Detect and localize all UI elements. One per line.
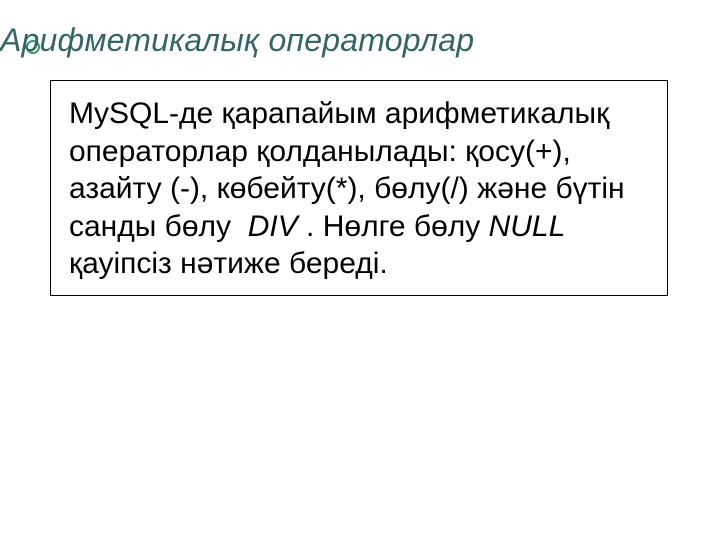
body-keyword-null: NULL <box>489 210 566 243</box>
slide-title: Арифметикалық операторлар <box>0 22 474 59</box>
slide: Арифметикалық операторлар MySQL-де қарап… <box>0 0 720 540</box>
body-text-2: . Нөлге бөлу <box>298 210 489 243</box>
body-keyword-div: DIV <box>248 210 298 243</box>
content-box: MySQL-де қарапайым арифметикалық операто… <box>50 80 668 296</box>
